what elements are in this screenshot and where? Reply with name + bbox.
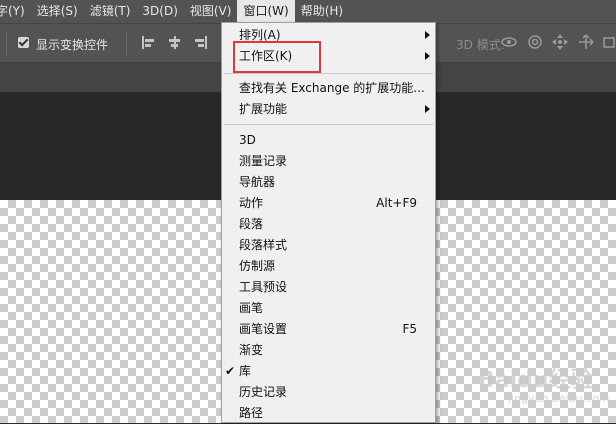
menu-item-brush-settings[interactable]: 画笔设置 F5 [222,319,435,340]
menu-bar: 字(Y) 选择(S) 滤镜(T) 3D(D) 视图(V) 窗口(W) 帮助(H) [0,0,616,23]
menu-separator [224,124,433,125]
menu-item-paths[interactable]: 路径 [222,403,435,424]
menu-item-navigator[interactable]: 导航器 [222,172,435,193]
3d-mode-label: 3D 模式: [456,38,505,52]
options-separator [126,32,127,56]
menu-type[interactable]: 字(Y) [0,0,31,23]
submenu-arrow-icon [425,52,430,60]
menu-item-brushes[interactable]: 画笔 [222,298,435,319]
slide-3d-icon[interactable] [577,33,595,51]
align-left-icon[interactable] [142,36,155,49]
orbit-3d-icon[interactable] [500,33,518,51]
menu-view[interactable]: 视图(V) [184,0,238,23]
window-menu-dropdown: 排列(A) 工作区(K) 查找有关 Exchange 的扩展功能... 扩展功能… [221,22,436,423]
menu-filter[interactable]: 滤镜(T) [84,0,137,23]
menu-item-3d[interactable]: 3D [222,130,435,151]
submenu-arrow-icon [425,105,430,113]
show-transform-controls-checkbox[interactable] [18,37,29,48]
scale-3d-icon[interactable] [601,33,616,51]
menu-help[interactable]: 帮助(H) [295,0,349,23]
menu-item-clone-source[interactable]: 仿制源 [222,256,435,277]
menu-window[interactable]: 窗口(W) [237,0,295,23]
align-center-icon[interactable] [168,36,181,49]
menu-item-libraries[interactable]: ✔ 库 [222,361,435,382]
menu-select[interactable]: 选择(S) [31,0,84,23]
menu-item-gradients[interactable]: 渐变 [222,340,435,361]
menu-item-history[interactable]: 历史记录 [222,382,435,403]
menu-item-paragraph-styles[interactable]: 段落样式 [222,235,435,256]
annotation-highlight-box [233,41,321,73]
shortcut-brush-settings: F5 [402,322,417,336]
shortcut-actions: Alt+F9 [376,196,417,210]
menu-item-measurement-log[interactable]: 测量记录 [222,151,435,172]
watermark-url: jingyan.baidu.com [508,392,610,405]
menu-item-tool-presets[interactable]: 工具预设 [222,277,435,298]
checkmark-icon: ✔ [225,364,236,378]
options-separator [6,32,7,56]
show-transform-controls-label: 显示变换控件 [36,38,109,52]
pan-3d-icon[interactable] [551,33,569,51]
menu-item-find-exchange-extensions[interactable]: 查找有关 Exchange 的扩展功能... [222,78,435,99]
watermark-logo: Baidu经验 [478,368,593,393]
menu-item-paragraph[interactable]: 段落 [222,214,435,235]
roll-3d-icon[interactable] [526,33,544,51]
menu-3d[interactable]: 3D(D) [136,0,183,23]
menu-item-actions[interactable]: 动作 Alt+F9 [222,193,435,214]
menu-item-extensions[interactable]: 扩展功能 [222,99,435,120]
menu-separator [224,73,433,74]
submenu-arrow-icon [425,31,430,39]
align-right-icon[interactable] [194,36,207,49]
